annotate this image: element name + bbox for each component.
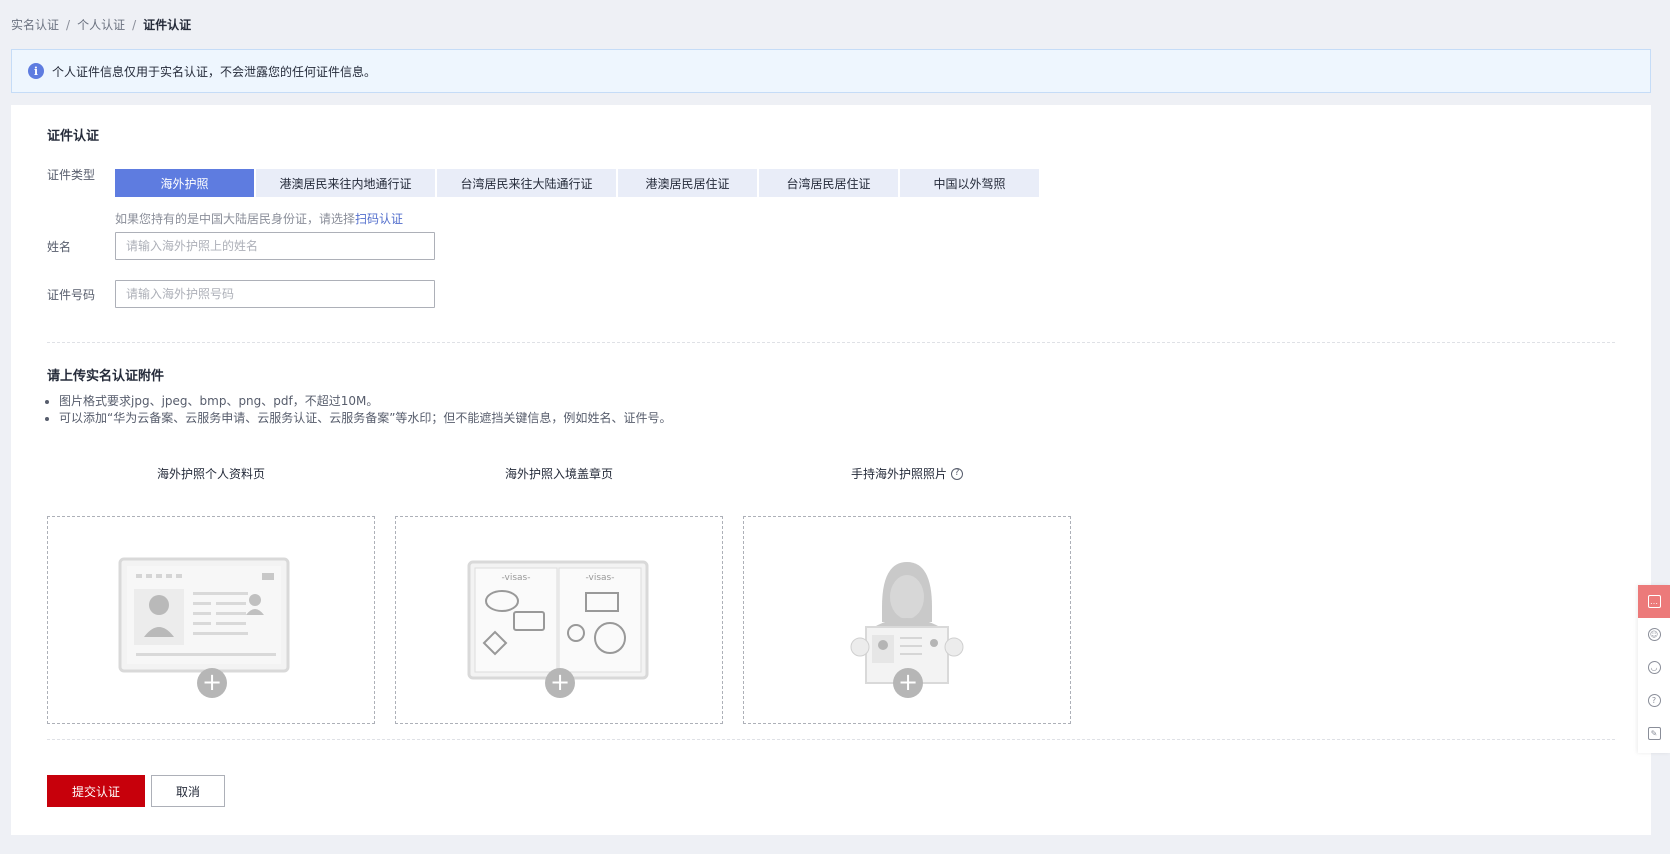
help-icon[interactable]: ? bbox=[1638, 684, 1670, 717]
scan-auth-link[interactable]: 扫码认证 bbox=[355, 212, 403, 226]
breadcrumb-separator: / bbox=[66, 17, 71, 32]
info-icon: i bbox=[28, 63, 44, 79]
hint-text: 如果您持有的是中国大陆居民身份证，请选择 bbox=[115, 212, 356, 226]
tab-taiwan-permit[interactable]: 台湾居民来往大陆通行证 bbox=[437, 169, 616, 197]
breadcrumb-item-real-name[interactable]: 实名认证 bbox=[11, 16, 59, 33]
requirement-item: 图片格式要求jpg、jpeg、bmp、png、pdf，不超过10M。 bbox=[59, 393, 671, 410]
add-upload-icon[interactable]: + bbox=[197, 668, 227, 698]
robot-icon[interactable]: ☺ bbox=[1638, 618, 1670, 651]
breadcrumb-current: 证件认证 bbox=[143, 18, 192, 32]
divider bbox=[47, 342, 1615, 343]
divider bbox=[47, 739, 1615, 740]
breadcrumb-item-personal[interactable]: 个人认证 bbox=[77, 16, 125, 33]
message-icon[interactable]: … bbox=[1638, 585, 1670, 618]
certificate-type-label: 证件类型 bbox=[47, 168, 96, 182]
submit-button[interactable]: 提交认证 bbox=[47, 775, 145, 807]
upload-box-stamp-page[interactable]: -visas- -visas- + bbox=[395, 516, 723, 724]
cancel-button[interactable]: 取消 bbox=[151, 775, 225, 807]
notice-text: 个人证件信息仅用于实名认证，不会泄露您的任何证件信息。 bbox=[52, 64, 377, 79]
feedback-icon[interactable]: ✎ bbox=[1638, 717, 1670, 750]
id-card-hint: 如果您持有的是中国大陆居民身份证，请选择扫码认证 bbox=[115, 210, 403, 227]
tab-hk-macau-residence[interactable]: 港澳居民居住证 bbox=[618, 169, 757, 197]
upload-requirements: 图片格式要求jpg、jpeg、bmp、png、pdf，不超过10M。 可以添加“… bbox=[59, 393, 671, 427]
id-number-label: 证件号码 bbox=[47, 288, 96, 302]
info-notice: i 个人证件信息仅用于实名认证，不会泄露您的任何证件信息。 bbox=[11, 49, 1651, 93]
tab-foreign-driving-license[interactable]: 中国以外驾照 bbox=[900, 169, 1039, 197]
help-icon[interactable]: ? bbox=[951, 467, 963, 480]
upload-label-text: 海外护照个人资料页 bbox=[156, 467, 265, 481]
visa-text-left: -visas- bbox=[502, 573, 531, 583]
upload-label-text: 海外护照入境盖章页 bbox=[504, 467, 613, 481]
breadcrumb-separator: / bbox=[132, 17, 137, 32]
section-title-certificate: 证件认证 bbox=[47, 129, 100, 144]
upload-label-holding-photo: 手持海外护照照片 ? bbox=[743, 465, 1071, 482]
visa-text-right: -visas- bbox=[586, 573, 615, 583]
certificate-type-tabs: 海外护照 港澳居民来往内地通行证 台湾居民来往大陆通行证 港澳居民居住证 台湾居… bbox=[115, 169, 1039, 197]
upload-label-text: 手持海外护照照片 bbox=[850, 467, 947, 481]
breadcrumb: 实名认证 / 个人认证 / 证件认证 bbox=[11, 16, 191, 33]
add-upload-icon[interactable]: + bbox=[893, 668, 923, 698]
headset-icon[interactable]: ◡ bbox=[1638, 651, 1670, 684]
section-title-upload: 请上传实名认证附件 bbox=[47, 369, 165, 384]
tab-hk-macau-permit[interactable]: 港澳居民来往内地通行证 bbox=[256, 169, 435, 197]
main-card: 证件认证 证件类型 海外护照 港澳居民来往内地通行证 台湾居民来往大陆通行证 港… bbox=[11, 105, 1651, 835]
add-upload-icon[interactable]: + bbox=[545, 668, 575, 698]
tab-overseas-passport[interactable]: 海外护照 bbox=[115, 169, 254, 197]
tab-taiwan-residence[interactable]: 台湾居民居住证 bbox=[759, 169, 898, 197]
upload-box-holding-photo[interactable]: + bbox=[743, 516, 1071, 724]
name-input[interactable] bbox=[115, 232, 435, 260]
name-label: 姓名 bbox=[47, 240, 72, 254]
upload-label-stamp-page: 海外护照入境盖章页 bbox=[395, 465, 723, 482]
floating-toolbar: … ☺ ◡ ? ✎ bbox=[1638, 585, 1670, 753]
requirement-item: 可以添加“华为云备案、云服务申请、云服务认证、云服务备案”等水印；但不能遮挡关键… bbox=[59, 410, 671, 427]
upload-label-info-page: 海外护照个人资料页 bbox=[47, 465, 375, 482]
id-number-input[interactable] bbox=[115, 280, 435, 308]
upload-box-info-page[interactable]: + bbox=[47, 516, 375, 724]
